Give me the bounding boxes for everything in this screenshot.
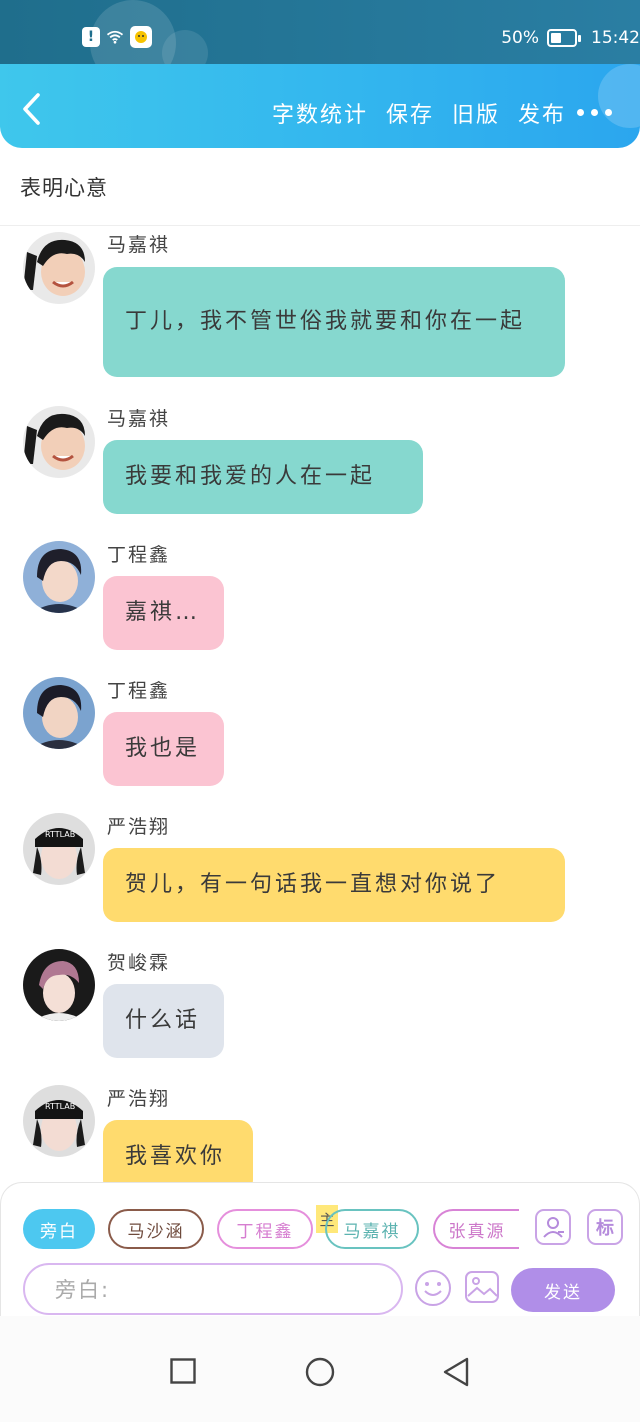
message-input[interactable]: 旁白: [23,1263,403,1315]
sender-name: 马嘉祺 [107,234,171,256]
avatar[interactable] [23,949,95,1021]
more-options-icon[interactable] [577,109,612,116]
role-chip-narration[interactable]: 旁白 [23,1209,95,1249]
avatar[interactable]: RTTLAB [23,1085,95,1157]
back-nav-button[interactable] [442,1356,470,1392]
svg-text:RTTLAB: RTTLAB [45,1102,75,1111]
send-button[interactable]: 发送 [511,1268,615,1312]
smile-icon [415,1270,451,1306]
sender-name: 丁程鑫 [107,680,171,702]
sender-name: 丁程鑫 [107,544,171,566]
role-manage-button[interactable] [535,1209,571,1245]
message-bubble[interactable]: 我要和我爱的人在一起 [103,440,423,514]
role-chip[interactable]: 马沙涵 [108,1209,204,1249]
message-item[interactable]: RTTLAB 严浩翔 贺儿，有一句话我一直想对你说了 [0,812,640,924]
role-chip[interactable]: 张真源 [433,1209,519,1249]
person-card-icon [543,1217,564,1238]
avatar[interactable] [23,677,95,749]
message-bubble[interactable]: 我也是 [103,712,224,786]
story-title: 表明心意 [20,176,108,200]
composer-panel: 旁白 马沙涵 丁程鑫 主 马嘉祺 张真源 标 旁白: 发送 [0,1182,640,1316]
back-arrow-icon [23,93,40,125]
sender-name: 严浩翔 [107,816,171,838]
save-button[interactable]: 保存 [386,97,434,129]
battery-percent: 50% [501,28,539,48]
message-bubble[interactable]: 丁儿，我不管世俗我就要和你在一起 [103,267,565,377]
sender-name: 贺峻霖 [107,952,171,974]
publish-button[interactable]: 发布 [518,97,566,129]
story-title-row[interactable]: 表明心意 [0,148,640,226]
message-item[interactable]: 丁程鑫 我也是 [0,676,640,788]
message-bubble[interactable]: 嘉祺… [103,576,224,650]
status-bar: ! 50% 15:42 [0,0,640,86]
avatar[interactable]: RTTLAB [23,813,95,885]
clock: 15:42 [591,28,640,48]
emoji-button[interactable] [414,1269,452,1307]
avatar[interactable] [23,541,95,613]
word-count-button[interactable]: 字数统计 [272,97,368,129]
message-bubble[interactable]: 贺儿，有一句话我一直想对你说了 [103,848,565,922]
message-item[interactable]: 马嘉祺 丁儿，我不管世俗我就要和你在一起 [0,230,640,380]
image-button[interactable] [464,1269,500,1305]
sender-name: 严浩翔 [107,1088,171,1110]
message-item[interactable]: RTTLAB 严浩翔 我喜欢你 [0,1084,640,1194]
recents-button[interactable] [170,1358,196,1388]
editor-header: 字数统计 保存 旧版 发布 [0,64,640,148]
alert-icon: ! [82,27,100,47]
image-icon [465,1271,499,1303]
svg-text:RTTLAB: RTTLAB [45,830,75,839]
message-item[interactable]: 贺峻霖 什么话 [0,948,640,1060]
chat-app-icon [130,26,152,48]
message-item[interactable]: 马嘉祺 我要和我爱的人在一起 [0,404,640,516]
avatar[interactable] [23,406,95,478]
mark-button[interactable]: 标 [587,1209,623,1245]
message-item[interactable]: 丁程鑫 嘉祺… [0,540,640,652]
battery-icon [547,29,581,47]
triangle-back-icon [443,1357,469,1387]
avatar[interactable] [23,232,95,304]
circle-icon [305,1357,335,1387]
decor-bubble [598,64,640,128]
message-bubble[interactable]: 什么话 [103,984,224,1058]
role-chip[interactable]: 丁程鑫 [217,1209,313,1249]
role-chip[interactable]: 马嘉祺 [325,1209,419,1249]
wifi-icon [106,26,124,48]
square-icon [170,1358,196,1384]
sender-name: 马嘉祺 [107,408,171,430]
old-version-button[interactable]: 旧版 [452,97,500,129]
home-button[interactable] [305,1357,335,1391]
back-button[interactable] [18,92,48,125]
system-nav-bar [0,1316,640,1422]
